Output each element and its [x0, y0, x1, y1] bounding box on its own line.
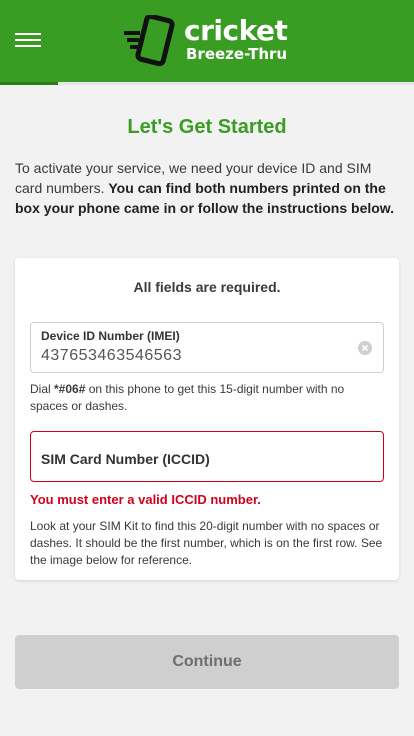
imei-label: Device ID Number (IMEI) — [41, 329, 180, 343]
activation-form-card: All fields are required. Device ID Numbe… — [15, 258, 399, 580]
cricket-logo[interactable]: cricket Breeze-Thru — [124, 15, 294, 67]
hamburger-menu-icon[interactable] — [15, 33, 41, 47]
iccid-field[interactable]: SIM Card Number (ICCID) — [30, 431, 384, 482]
imei-dial-code: *#06# — [54, 382, 86, 396]
cricket-phone-logo-icon — [124, 15, 175, 67]
progress-bar — [0, 82, 414, 85]
imei-hint-pre: Dial — [30, 382, 55, 396]
clear-circle-icon[interactable] — [358, 341, 372, 355]
logo-wordmark: cricket — [184, 14, 288, 47]
iccid-input[interactable] — [41, 460, 341, 478]
continue-button[interactable]: Continue — [15, 635, 399, 689]
imei-input[interactable] — [41, 347, 341, 365]
iccid-error-message: You must enter a valid ICCID number. — [30, 492, 261, 507]
required-note: All fields are required. — [133, 279, 281, 295]
page-title: Let's Get Started — [127, 116, 287, 138]
imei-hint: Dial *#06# on this phone to get this 15-… — [30, 381, 384, 415]
iccid-hint: Look at your SIM Kit to find this 20-dig… — [30, 519, 383, 567]
progress-fill — [0, 82, 58, 85]
imei-field[interactable]: Device ID Number (IMEI) — [30, 322, 384, 373]
logo-subtitle: Breeze-Thru — [186, 45, 288, 63]
intro-text: To activate your service, we need your d… — [15, 158, 399, 218]
app-header: cricket Breeze-Thru — [0, 0, 414, 82]
